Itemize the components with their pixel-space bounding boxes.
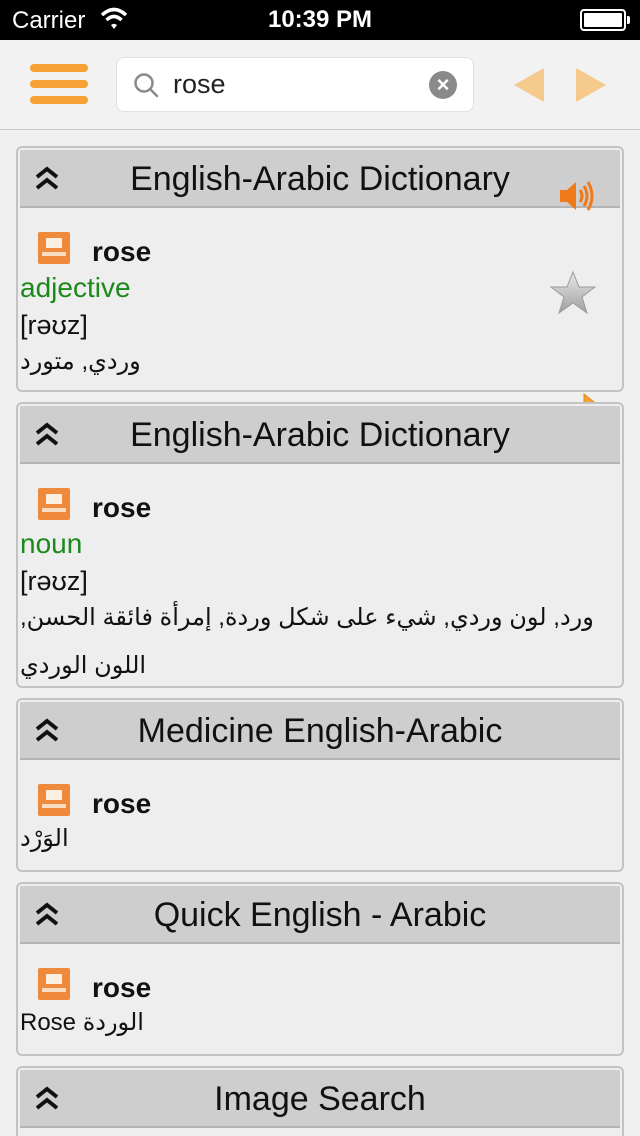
card-header[interactable]: English-Arabic Dictionary xyxy=(20,406,620,464)
search-query[interactable]: rose xyxy=(173,69,226,100)
card-header[interactable]: Quick English - Arabic xyxy=(20,886,620,944)
search-icon xyxy=(134,73,159,98)
card-header[interactable]: English-Arabic Dictionary xyxy=(20,150,620,211)
dictionary-title: English-Arabic Dictionary xyxy=(130,416,510,454)
favorite-star-icon[interactable] xyxy=(550,270,596,316)
battery-icon xyxy=(580,9,630,31)
translation: Rose الوردة xyxy=(20,1009,144,1036)
entry-book-icon xyxy=(38,968,70,1000)
dictionary-title: English-Arabic Dictionary xyxy=(130,160,510,198)
clear-search-button[interactable]: × xyxy=(429,71,457,99)
translation: وردي, متورد xyxy=(20,348,141,375)
entry-book-icon xyxy=(38,784,70,816)
dictionary-title: Quick English - Arabic xyxy=(153,896,487,934)
card-header[interactable]: Medicine English-Arabic xyxy=(20,702,620,760)
search-field[interactable]: rose × xyxy=(116,57,474,112)
status-time: 10:39 PM xyxy=(267,6,373,33)
entry-word: rose xyxy=(92,236,152,267)
entry-book-icon xyxy=(38,232,70,264)
card-header[interactable]: Image Search xyxy=(20,1070,620,1128)
image-search-title: Image Search xyxy=(214,1080,426,1118)
translation: الوَرْد xyxy=(20,825,69,852)
toolbar: rose × xyxy=(0,40,640,130)
result-card: Quick English - Arabic rose Rose الوردة xyxy=(16,882,624,1056)
dictionary-title: Medicine English-Arabic xyxy=(137,712,503,750)
status-bar: Carrier 10:39 PM xyxy=(0,0,640,40)
result-card: Medicine English-Arabic rose الوَرْد xyxy=(16,698,624,872)
pronunciation: [rəʊz] xyxy=(20,566,88,596)
back-arrow-icon[interactable] xyxy=(514,68,544,102)
speaker-icon[interactable] xyxy=(556,176,596,216)
pronunciation: [rəʊz] xyxy=(20,310,88,340)
result-card: Image Search xyxy=(16,1066,624,1136)
entry-word: rose xyxy=(92,492,152,523)
menu-button[interactable] xyxy=(30,62,88,106)
translation: ورد, لون وردي, شيء على شكل وردة, إمرأة ف… xyxy=(20,604,594,679)
entry-book-icon xyxy=(38,488,70,520)
part-of-speech: adjective xyxy=(20,272,131,303)
result-card: English-Arabic Dictionary rose adjective… xyxy=(16,146,624,392)
result-card: English-Arabic Dictionary rose noun [rəʊ… xyxy=(16,402,624,688)
part-of-speech: noun xyxy=(20,528,83,559)
entry-word: rose xyxy=(92,788,152,819)
entry-word: rose xyxy=(92,972,152,1003)
forward-arrow-icon[interactable] xyxy=(576,68,606,102)
